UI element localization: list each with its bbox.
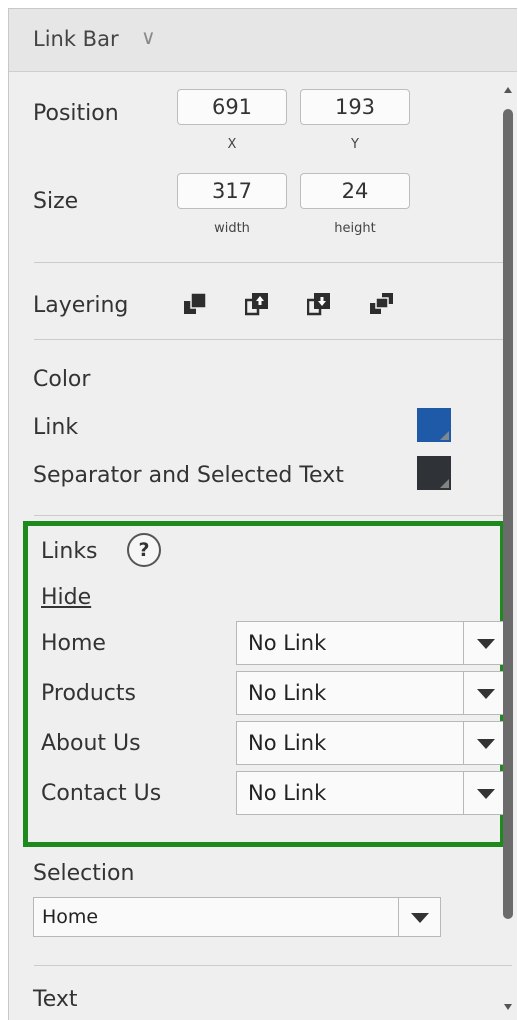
separator-color-label: Separator and Selected Text bbox=[33, 463, 344, 488]
size-height-input[interactable]: 24 bbox=[300, 173, 410, 209]
selection-select[interactable]: Home bbox=[33, 897, 441, 937]
vertical-scrollbar[interactable] bbox=[501, 79, 515, 1020]
color-picker-corner-icon bbox=[440, 479, 449, 488]
color-heading: Color bbox=[33, 367, 91, 392]
text-section-label: Text bbox=[33, 987, 78, 1012]
link-item-label: Home bbox=[41, 631, 106, 656]
hide-links-link[interactable]: Hide bbox=[41, 585, 91, 610]
selection-value: Home bbox=[42, 906, 99, 928]
layering-label: Layering bbox=[33, 293, 129, 318]
link-target-value: No Link bbox=[248, 731, 327, 755]
caret-down-icon bbox=[476, 789, 495, 799]
link-target-select[interactable]: No Link bbox=[236, 621, 508, 665]
separator-color-swatch[interactable] bbox=[417, 456, 451, 490]
size-height-caption: height bbox=[334, 221, 376, 236]
link-target-select[interactable]: No Link bbox=[236, 671, 508, 715]
send-to-back-icon[interactable] bbox=[369, 290, 395, 316]
scroll-up-icon[interactable] bbox=[504, 87, 512, 93]
divider bbox=[34, 515, 512, 516]
divider bbox=[34, 339, 512, 340]
link-color-label: Link bbox=[33, 415, 79, 440]
caret-down-icon bbox=[410, 913, 429, 923]
properties-panel: Link Bar ∨ Position 691 193 X Y Size 317… bbox=[8, 8, 517, 1020]
panel-header[interactable]: Link Bar ∨ bbox=[9, 9, 517, 72]
color-picker-corner-icon bbox=[440, 431, 449, 440]
link-target-value: No Link bbox=[248, 631, 327, 655]
link-target-value: No Link bbox=[248, 681, 327, 705]
dropdown-arrow-button[interactable] bbox=[398, 898, 440, 936]
caret-down-icon bbox=[476, 639, 495, 649]
links-heading: Links bbox=[41, 539, 98, 564]
caret-down-icon bbox=[476, 739, 495, 749]
scroll-down-icon[interactable] bbox=[504, 1004, 512, 1010]
bring-to-front-icon[interactable] bbox=[183, 290, 209, 316]
size-label: Size bbox=[33, 189, 79, 214]
link-target-value: No Link bbox=[248, 781, 327, 805]
caret-down-icon bbox=[476, 689, 495, 699]
divider bbox=[34, 965, 512, 966]
size-width-caption: width bbox=[214, 221, 250, 236]
position-label: Position bbox=[33, 101, 119, 126]
position-x-caption: X bbox=[227, 137, 237, 152]
help-icon[interactable]: ? bbox=[127, 533, 161, 567]
position-y-caption: Y bbox=[351, 137, 359, 152]
selection-label: Selection bbox=[33, 861, 135, 886]
size-width-input[interactable]: 317 bbox=[177, 173, 287, 209]
link-target-select[interactable]: No Link bbox=[236, 771, 508, 815]
link-target-select[interactable]: No Link bbox=[236, 721, 508, 765]
bring-forward-icon[interactable] bbox=[244, 290, 271, 316]
position-x-input[interactable]: 691 bbox=[177, 89, 287, 125]
chevron-down-icon[interactable]: ∨ bbox=[141, 25, 156, 49]
link-item-label: Contact Us bbox=[41, 781, 162, 806]
scrollbar-thumb[interactable] bbox=[503, 109, 513, 919]
link-item-label: About Us bbox=[41, 731, 141, 756]
divider bbox=[34, 262, 512, 263]
panel-title: Link Bar bbox=[33, 27, 119, 51]
link-item-label: Products bbox=[41, 681, 136, 706]
send-backward-icon[interactable] bbox=[306, 290, 333, 316]
position-y-input[interactable]: 193 bbox=[300, 89, 410, 125]
link-color-swatch[interactable] bbox=[417, 408, 451, 442]
